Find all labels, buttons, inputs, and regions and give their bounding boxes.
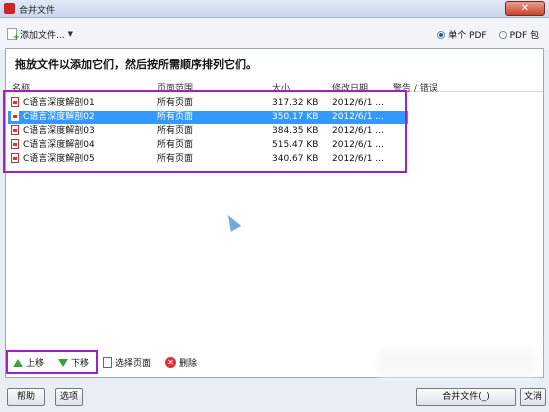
move-up-label: 上移	[26, 359, 45, 369]
radio-single-pdf-label: 单个 PDF	[448, 31, 487, 41]
page-icon	[103, 357, 112, 368]
file-modified: 2012/6/1 ...	[332, 140, 384, 150]
cancel-button[interactable]: 文消	[520, 388, 546, 406]
add-files-button[interactable]: 添加文件... ▼	[7, 27, 73, 43]
title-bar: 合并文件 ✕	[0, 0, 549, 18]
radio-pdf-package-label: PDF 包	[509, 31, 539, 41]
column-name[interactable]: 名称	[12, 81, 30, 94]
pdf-file-icon	[11, 125, 19, 135]
radio-selected-icon	[437, 30, 446, 39]
toolbar: 添加文件... ▼ 单个 PDF PDF 包	[0, 18, 549, 50]
delete-icon: ✕	[165, 357, 176, 368]
file-row[interactable]: C语言深度解剖01 所有页面 317.32 KB 2012/6/1 ...	[8, 97, 408, 110]
file-name: C语言深度解剖05	[23, 154, 95, 164]
file-size: 515.47 KB	[272, 140, 319, 150]
move-up-button[interactable]: 上移	[13, 356, 44, 369]
instruction-text: 拖放文件以添加它们，然后按所需顺序排列它们。	[15, 58, 257, 71]
file-size: 384.35 KB	[272, 126, 319, 136]
file-size: 340.67 KB	[272, 154, 319, 164]
app-icon	[4, 3, 15, 14]
help-button[interactable]: 帮助	[7, 388, 45, 406]
file-modified: 2012/6/1 ...	[332, 126, 384, 136]
column-modified[interactable]: 修改日期	[332, 81, 368, 94]
file-name: C语言深度解剖03	[23, 126, 95, 136]
pdf-file-icon	[11, 139, 19, 149]
close-button[interactable]: ✕	[505, 1, 545, 16]
file-row[interactable]: C语言深度解剖04 所有页面 515.47 KB 2012/6/1 ...	[8, 139, 408, 152]
pdf-file-icon	[11, 97, 19, 107]
file-page-range: 所有页面	[157, 154, 194, 164]
file-row[interactable]: C语言深度解剖05 所有页面 340.67 KB 2012/6/1 ...	[8, 153, 408, 166]
pdf-file-icon	[11, 111, 19, 121]
blur-overlay	[378, 348, 538, 378]
window-title: 合并文件	[19, 6, 56, 16]
delete-label: 删除	[179, 359, 198, 369]
file-page-range: 所有页面	[157, 140, 194, 150]
column-page-range[interactable]: 页面范围	[157, 81, 193, 94]
column-headers: 名称 页面范围 大小 修改日期 警告 / 错误	[6, 80, 543, 94]
file-size: 350.17 KB	[272, 112, 319, 122]
add-files-label: 添加文件...	[20, 30, 65, 41]
delete-button[interactable]: ✕ 删除	[165, 356, 197, 369]
radio-unselected-icon	[498, 30, 507, 39]
column-size[interactable]: 大小	[272, 81, 290, 94]
dialog-footer: 帮助 选项 合并文件(_) 文消	[0, 380, 549, 412]
file-modified: 2012/6/1 ...	[332, 98, 384, 108]
file-name: C语言深度解剖01	[23, 98, 95, 108]
file-name: C语言深度解剖04	[23, 140, 95, 150]
file-page-range: 所有页面	[157, 112, 194, 122]
file-page-range: 所有页面	[157, 126, 194, 136]
file-modified: 2012/6/1 ...	[332, 154, 384, 164]
move-down-button[interactable]: 下移	[58, 356, 89, 369]
file-list-panel[interactable]: 拖放文件以添加它们，然后按所需顺序排列它们。 名称 页面范围 大小 修改日期 警…	[5, 48, 544, 378]
output-type-group: 单个 PDF PDF 包	[437, 28, 539, 41]
radio-single-pdf[interactable]: 单个 PDF	[437, 28, 487, 41]
file-name: C语言深度解剖02	[23, 112, 95, 122]
choose-pages-button[interactable]: 选择页面	[103, 356, 151, 369]
arrow-down-icon	[58, 358, 68, 367]
move-down-label: 下移	[71, 359, 90, 369]
add-file-icon	[7, 28, 20, 43]
pdf-file-icon	[11, 153, 19, 163]
radio-pdf-package[interactable]: PDF 包	[498, 28, 539, 41]
choose-pages-label: 选择页面	[115, 359, 152, 369]
file-modified: 2012/6/1 ...	[332, 112, 384, 122]
combine-files-button[interactable]: 合并文件(_)	[416, 388, 516, 406]
dropdown-arrow-icon: ▼	[67, 30, 73, 38]
arrow-up-icon	[13, 358, 23, 367]
file-row[interactable]: C语言深度解剖03 所有页面 384.35 KB 2012/6/1 ...	[8, 125, 408, 138]
file-page-range: 所有页面	[157, 98, 194, 108]
file-size: 317.32 KB	[272, 98, 319, 108]
options-button[interactable]: 选项	[55, 388, 83, 406]
column-warning[interactable]: 警告 / 错误	[393, 81, 438, 94]
file-row-selected[interactable]: C语言深度解剖02 所有页面 350.17 KB 2012/6/1 ...	[8, 111, 408, 124]
